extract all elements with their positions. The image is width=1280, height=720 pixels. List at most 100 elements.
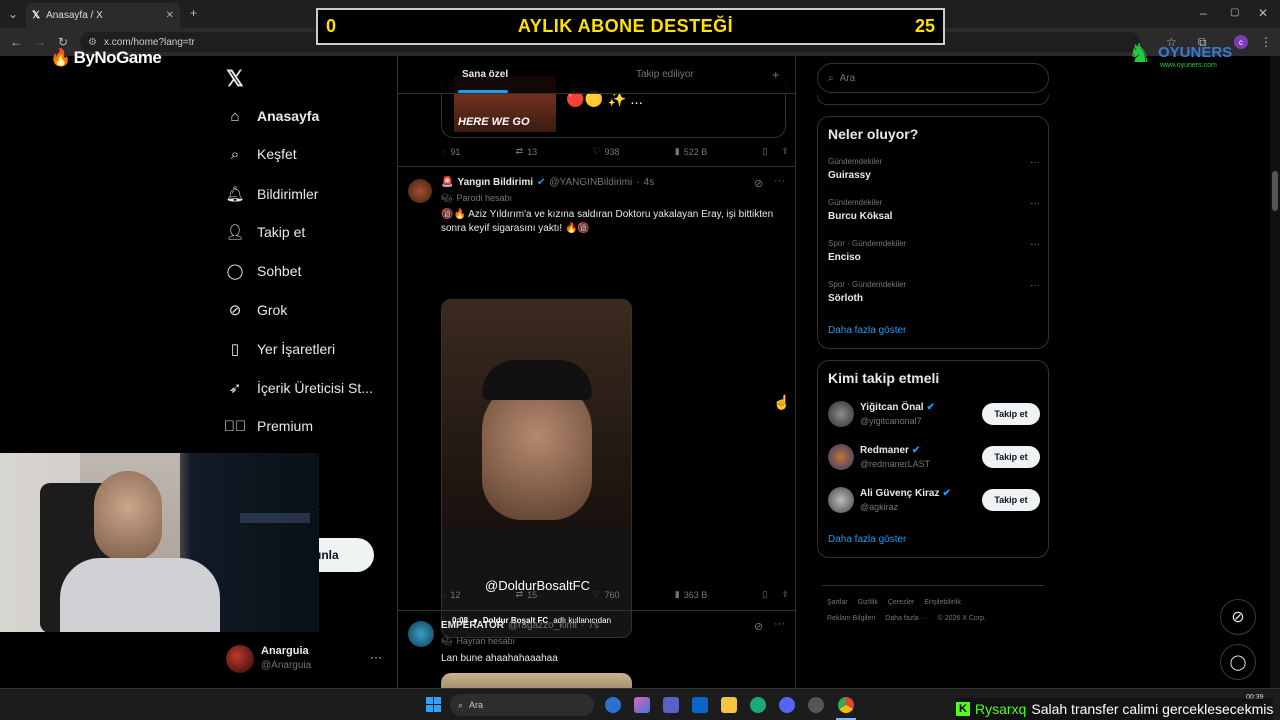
nav-item-home[interactable]: ⌂ Anasayfa — [226, 104, 319, 128]
search-input[interactable]: ⌕ Ara — [817, 63, 1049, 93]
like-button[interactable]: ♡ 938 — [592, 146, 619, 157]
tab-following[interactable]: Takip ediliyor — [636, 69, 694, 80]
edge-icon[interactable] — [750, 697, 766, 713]
back-icon[interactable]: ← — [10, 36, 22, 48]
store-icon[interactable] — [692, 697, 708, 713]
footer-link[interactable]: Daha fazla ··· — [885, 615, 927, 622]
more-icon[interactable]: ··· — [1030, 157, 1040, 168]
tab-list-icon[interactable]: ⌄ — [8, 8, 18, 20]
footer-link[interactable]: Şartlar — [827, 599, 848, 606]
task-view-icon[interactable] — [605, 697, 621, 713]
tweet-author-handle[interactable]: @YANGINBildirimi — [549, 177, 632, 188]
video-player[interactable]: @DoldurBosaltFC 0:08 ● Doldur Boşalt FC … — [441, 299, 632, 638]
show-more-link[interactable]: Daha fazla göster — [828, 534, 906, 545]
bookmark-icon[interactable]: ▯ — [762, 146, 767, 157]
night-window-lights — [240, 513, 310, 523]
share-icon[interactable]: ⇪ — [781, 589, 789, 600]
trend-item[interactable]: Gündemdekiler Guirassy ··· — [828, 157, 1040, 181]
trend-item[interactable]: Spor · Gündemdekiler Enciso ··· — [828, 239, 1040, 263]
more-icon[interactable]: ··· — [1030, 239, 1040, 250]
x-logo-icon[interactable]: 𝕏 — [226, 66, 244, 92]
follow-suggestion[interactable]: Yiğitcan Önal ✔ @yigitcanonal7 Takip et — [818, 399, 1050, 429]
browser-menu-icon[interactable]: ⋮ — [1260, 36, 1272, 48]
repost-button[interactable]: ⇄ 15 — [516, 589, 538, 600]
reply-button[interactable]: ◌ 12 — [441, 590, 460, 600]
like-button[interactable]: ♡ 760 — [592, 589, 619, 600]
nav-item-explore[interactable]: ⌕ Keşfet — [226, 142, 297, 166]
nav-item-bookmarks[interactable]: ▯ Yer İşaretleri — [226, 337, 335, 361]
maximize-icon[interactable]: ▢ — [1230, 7, 1239, 19]
follow-suggestion[interactable]: Redmaner ✔ @redmanerLAST Takip et — [818, 442, 1050, 472]
avatar[interactable] — [828, 444, 854, 470]
tweet-author-name[interactable]: EMPERATOR — [441, 620, 504, 631]
messages-float-button[interactable]: ◯ — [1220, 644, 1256, 680]
site-info-icon[interactable]: ⚙ — [88, 37, 97, 48]
grok-float-button[interactable]: ⊘ — [1220, 599, 1256, 635]
file-explorer-icon[interactable] — [721, 697, 737, 713]
account-switcher[interactable]: Anarguia @Anarguia ··· — [226, 644, 386, 674]
reply-button[interactable]: ◌ 91 — [441, 147, 460, 157]
page-scrollbar[interactable] — [1270, 56, 1280, 688]
window-close-icon[interactable]: ✕ — [1258, 7, 1268, 19]
tab-for-you[interactable]: Sana özel — [462, 69, 508, 80]
teams-icon[interactable] — [663, 697, 679, 713]
forward-icon[interactable]: → — [34, 36, 46, 48]
suggestion-name[interactable]: Redmaner — [860, 445, 909, 456]
tab-close-icon[interactable]: ✕ — [166, 10, 174, 21]
more-icon[interactable]: ··· — [774, 618, 785, 630]
more-icon[interactable]: ··· — [370, 650, 382, 664]
reload-icon[interactable]: ↻ — [58, 36, 68, 48]
footer-link[interactable]: Çerezler — [888, 599, 914, 606]
more-icon[interactable]: ··· — [1030, 280, 1040, 291]
footer-link[interactable]: Erişilebilirlik — [924, 599, 961, 606]
avatar[interactable] — [408, 621, 434, 647]
add-tab-icon[interactable]: + — [772, 67, 780, 82]
nav-item-chat[interactable]: ◯ Sohbet — [226, 259, 302, 283]
bookmark-icon[interactable]: ▯ — [762, 589, 767, 600]
tweet-time[interactable]: 7s — [588, 620, 599, 631]
copilot-icon[interactable] — [634, 697, 650, 713]
nav-item-premium[interactable]: ✓⃝ Premium — [224, 414, 313, 438]
tweet-author-handle[interactable]: @ragazzo_kimi — [508, 620, 577, 631]
new-tab-icon[interactable]: + — [190, 7, 197, 19]
tweet-author-name[interactable]: Yangın Bildirimi — [457, 177, 533, 188]
follow-button[interactable]: Takip et — [982, 446, 1040, 468]
nav-item-creator-studio[interactable]: ➶ İçerik Üreticisi St... — [226, 376, 373, 400]
avatar[interactable] — [828, 487, 854, 513]
nav-item-notifications[interactable]: 🔔︎ Bildirimler — [225, 182, 318, 206]
kick-logo-icon: K — [956, 702, 970, 716]
avatar[interactable] — [408, 179, 432, 203]
nav-item-grok[interactable]: ⊘ Grok — [226, 298, 288, 322]
trend-item[interactable]: Spor · Gündemdekiler Sörloth ··· — [828, 280, 1040, 304]
tweet[interactable]: 🚨 Yangın Bildirimi ✔ @YANGINBildirimi · … — [398, 167, 795, 638]
repost-button[interactable]: ⇄ 13 — [516, 146, 538, 157]
nav-item-follow[interactable]: 👤︎ Takip et — [225, 220, 305, 244]
tweet-time[interactable]: 4s — [644, 177, 655, 188]
windows-start-icon[interactable] — [426, 697, 441, 712]
footer-link[interactable]: Reklam Bilgileri — [827, 615, 875, 622]
scrollbar-thumb[interactable] — [1272, 171, 1278, 211]
show-more-link[interactable]: Daha fazla göster — [828, 325, 906, 336]
chrome-icon[interactable] — [838, 697, 854, 713]
minimize-icon[interactable]: – — [1200, 7, 1207, 19]
views-button[interactable]: ▮ 363 B — [675, 589, 707, 600]
discord-icon[interactable] — [779, 697, 795, 713]
follow-button[interactable]: Takip et — [982, 403, 1040, 425]
follow-button[interactable]: Takip et — [982, 489, 1040, 511]
grok-icon[interactable]: ⊘ — [754, 620, 763, 633]
suggestion-name[interactable]: Yiğitcan Önal — [860, 402, 924, 413]
more-icon[interactable]: ··· — [1030, 198, 1040, 209]
footer-link[interactable]: Gizlilik — [858, 599, 878, 606]
taskbar-search[interactable]: ⌕ Ara — [450, 694, 594, 716]
obs-icon[interactable] — [808, 697, 824, 713]
views-button[interactable]: ▮ 522 B — [675, 146, 707, 157]
share-icon[interactable]: ⇪ — [781, 146, 789, 157]
browser-tab[interactable]: 𝕏 Anasayfa / X ✕ — [26, 3, 180, 28]
avatar[interactable] — [828, 401, 854, 427]
more-icon[interactable]: ··· — [774, 175, 785, 187]
follow-icon: 👤︎ — [225, 224, 245, 241]
trend-item[interactable]: Gündemdekiler Burcu Köksal ··· — [828, 198, 1040, 222]
grok-icon[interactable]: ⊘ — [754, 177, 763, 190]
follow-suggestion[interactable]: Ali Güvenç Kiraz ✔ @agkiraz Takip et — [818, 485, 1050, 515]
suggestion-name[interactable]: Ali Güvenç Kiraz — [860, 488, 939, 499]
